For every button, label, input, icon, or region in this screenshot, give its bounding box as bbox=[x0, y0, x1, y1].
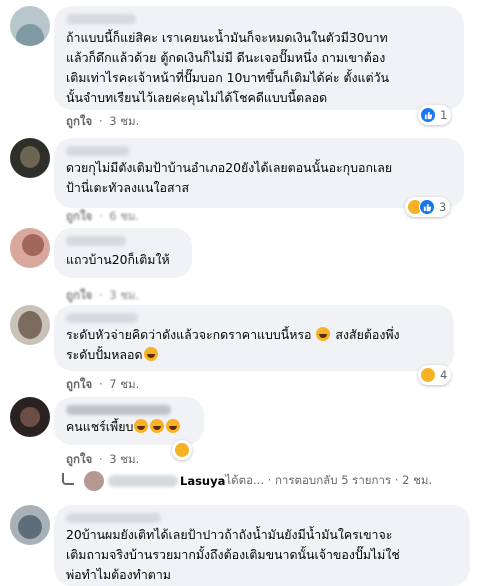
comment-bubble[interactable]: ดวยกุไม่มีตังเติมป้าบ้านอำเภอ20ยังได้เลย… bbox=[54, 138, 464, 208]
meta-separator: · bbox=[98, 288, 103, 302]
comment-meta: ถูกใจ · 3 ชม. bbox=[66, 287, 139, 305]
comment-time[interactable]: 3 ชม. bbox=[109, 114, 139, 128]
commenter-avatar[interactable] bbox=[10, 228, 50, 268]
comment-text: 20บ้านผมยังเติทได้เลยป้าปาวถ้าถังน้ำมันย… bbox=[66, 527, 400, 582]
reply-arrow-icon bbox=[62, 473, 74, 485]
commenter-avatar[interactable] bbox=[10, 6, 50, 46]
comment-text: แถวบ้าน20ก็เติมให้ bbox=[66, 252, 170, 267]
commenter-avatar[interactable] bbox=[10, 397, 50, 437]
reply-summary: ได้ตอ... · การตอบกลับ 5 รายการ · 2 ชม. bbox=[225, 473, 433, 487]
haha-reaction-icon bbox=[174, 442, 190, 458]
comment-text-line: ระดับหัวจ่ายคิดว่าดังแล้วจะกดราคาแบบนี้ห… bbox=[66, 327, 312, 342]
commenter-avatar[interactable] bbox=[10, 305, 50, 345]
smile-emoji-icon bbox=[316, 327, 331, 341]
reaction-count: 4 bbox=[440, 368, 448, 382]
commenter-avatar[interactable] bbox=[10, 138, 50, 178]
comment-time[interactable]: 3 ชม. bbox=[109, 288, 139, 302]
commenter-avatar[interactable] bbox=[10, 505, 50, 545]
comment-text-line: ระดับปั้มหลอด bbox=[66, 347, 143, 362]
commenter-name-blurred[interactable] bbox=[66, 313, 138, 323]
comment-text-line: สงสัยต้องพึ่ง bbox=[335, 327, 400, 342]
reaction-count: 3 bbox=[439, 200, 447, 214]
like-reaction-icon bbox=[420, 107, 436, 123]
reaction-summary[interactable] bbox=[172, 440, 192, 460]
comment-meta: ถูกใจ · 6 ชม. bbox=[66, 208, 139, 226]
commenter-name-blurred[interactable] bbox=[66, 236, 126, 246]
comment-meta: ถูกใจ · 3 ชม. bbox=[66, 113, 139, 131]
commenter-name-blurred[interactable] bbox=[66, 146, 130, 156]
haha-reaction-icon bbox=[420, 367, 436, 383]
commenter-name-blurred[interactable] bbox=[66, 513, 161, 523]
comment-bubble[interactable]: 20บ้านผมยังเติทได้เลยป้าปาวถ้าถังน้ำมันย… bbox=[54, 505, 470, 586]
like-reaction-icon bbox=[419, 199, 435, 215]
meta-separator: · bbox=[98, 114, 103, 128]
avatar-detail bbox=[20, 407, 40, 427]
comment-meta: ถูกใจ · 7 ชม. bbox=[66, 376, 139, 394]
comment-meta: ถูกใจ · 3 ชม. bbox=[66, 451, 139, 469]
like-link[interactable]: ถูกใจ bbox=[66, 288, 92, 302]
comment-bubble[interactable]: แถวบ้าน20ก็เติมให้ bbox=[54, 228, 192, 278]
comment-time[interactable]: 3 ชม. bbox=[109, 452, 139, 466]
comment-bubble[interactable]: คนแชร์เพี้ยบ bbox=[54, 397, 204, 445]
commenter-name-blurred[interactable] bbox=[66, 405, 171, 415]
like-link[interactable]: ถูกใจ bbox=[66, 377, 92, 391]
reply-author-name: Lasuya bbox=[180, 474, 226, 488]
rofl-emoji-icon bbox=[166, 419, 181, 433]
like-link[interactable]: ถูกใจ bbox=[66, 209, 92, 223]
comment-bubble[interactable]: ถ้าแบบนี้ก็แย่สิคะ เราเคยนะน้ำมันก็จะหมด… bbox=[54, 6, 464, 110]
rofl-emoji-icon bbox=[134, 419, 149, 433]
comment-time[interactable]: 6 ชม. bbox=[109, 209, 139, 223]
like-link[interactable]: ถูกใจ bbox=[66, 114, 92, 128]
meta-separator: · bbox=[98, 209, 103, 223]
meta-separator: · bbox=[98, 377, 103, 391]
comment-time[interactable]: 7 ชม. bbox=[109, 377, 139, 391]
meta-separator: · bbox=[98, 452, 103, 466]
avatar-detail bbox=[20, 146, 40, 168]
comment-text: ระดับหัวจ่ายคิดว่าดังแล้วจะกดราคาแบบนี้ห… bbox=[66, 325, 400, 365]
reaction-summary[interactable]: 1 bbox=[418, 105, 452, 125]
comment-text: ดวยกุไม่มีตังเติมป้าบ้านอำเภอ20ยังได้เลย… bbox=[66, 160, 393, 195]
like-link[interactable]: ถูกใจ bbox=[66, 452, 92, 466]
avatar-detail bbox=[18, 311, 42, 339]
avatar-detail bbox=[18, 515, 42, 539]
comment-bubble[interactable]: ระดับหัวจ่ายคิดว่าดังแล้วจะกดราคาแบบนี้ห… bbox=[54, 305, 454, 371]
comment-text: ถ้าแบบนี้ก็แย่สิคะ เราเคยนะน้ำมันก็จะหมด… bbox=[66, 30, 390, 105]
rofl-emoji-icon bbox=[143, 347, 158, 361]
reply-avatar bbox=[84, 471, 104, 491]
reaction-summary[interactable]: 4 bbox=[418, 365, 452, 385]
comment-text: คนแชร์เพี้ยบ bbox=[66, 417, 181, 437]
avatar-detail bbox=[22, 234, 44, 256]
rofl-emoji-icon bbox=[150, 419, 165, 433]
commenter-name-blurred[interactable] bbox=[66, 14, 136, 24]
view-replies-link[interactable]: Lasuya ได้ตอ... · การตอบกลับ 5 รายการ · … bbox=[62, 470, 432, 492]
reply-name-blurred bbox=[108, 475, 178, 487]
reaction-summary[interactable]: 3 bbox=[405, 197, 451, 217]
avatar-detail bbox=[16, 24, 44, 46]
comment-text-line: คนแชร์เพี้ยบ bbox=[66, 419, 134, 434]
reaction-count: 1 bbox=[440, 108, 448, 122]
